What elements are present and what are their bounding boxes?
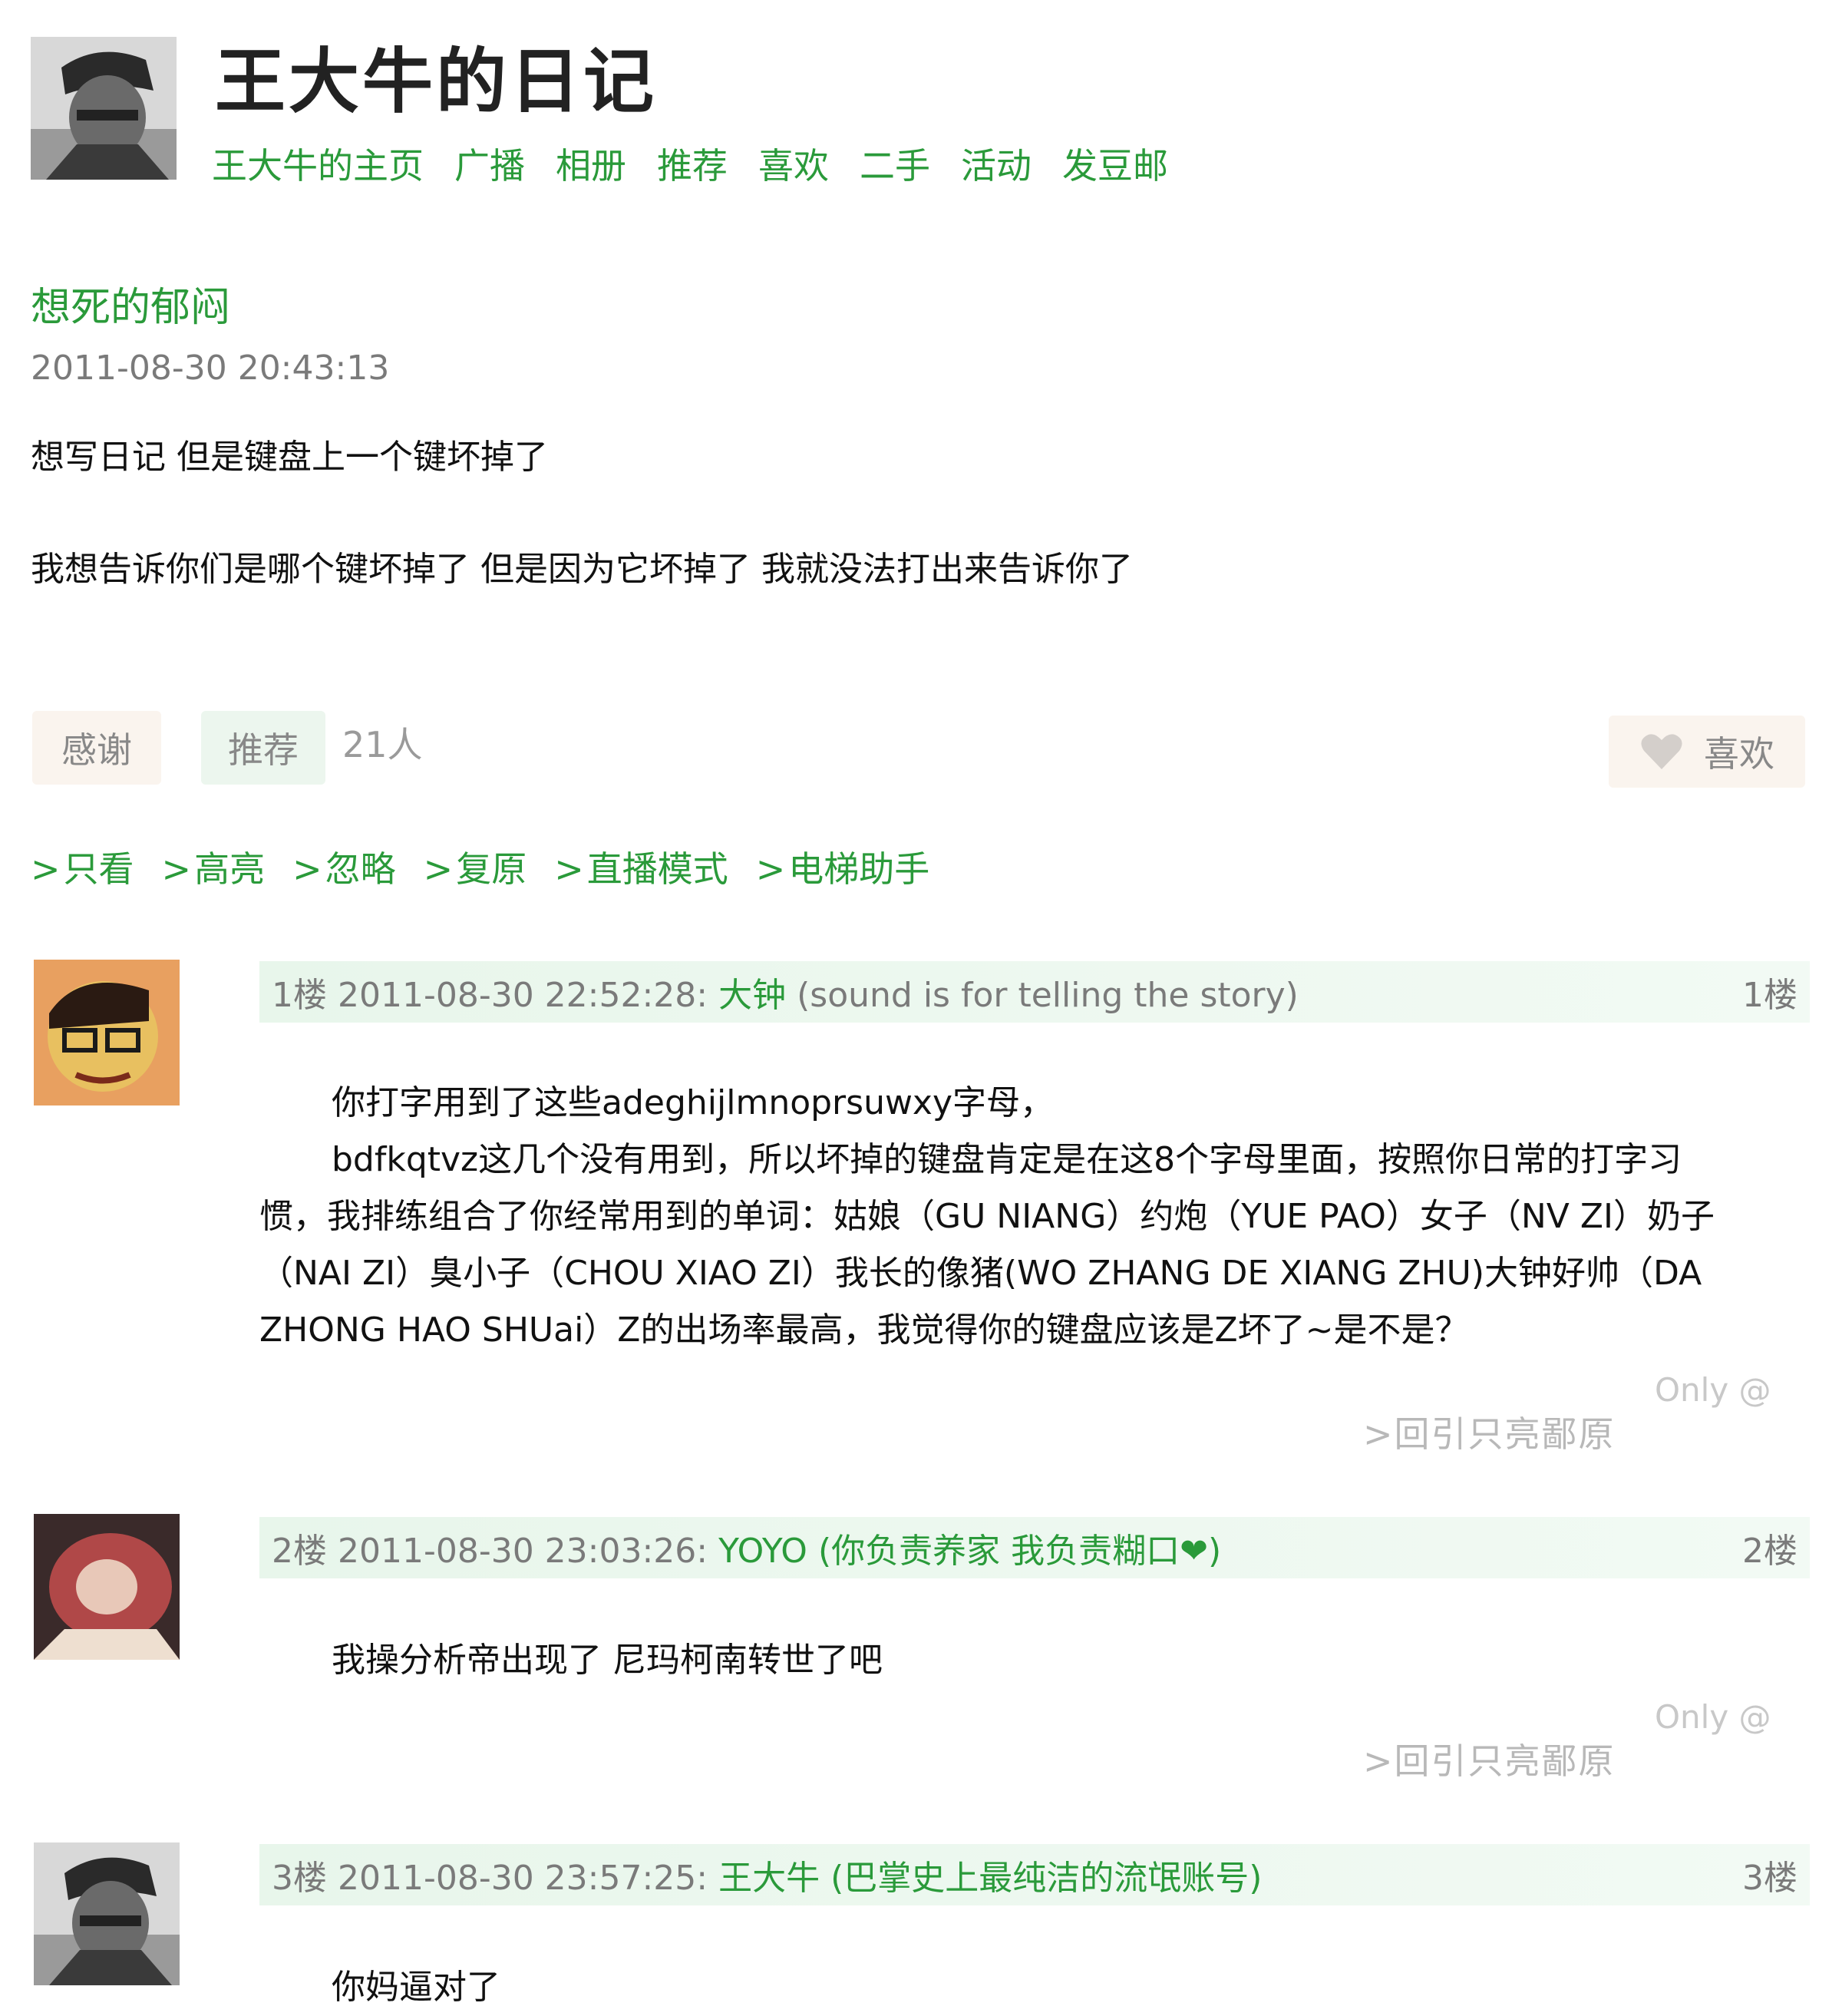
filter-restore-link[interactable]: 复原 bbox=[424, 844, 527, 894]
commenter-avatar[interactable] bbox=[34, 960, 180, 1105]
commenter-signature: (巴掌史上最纯洁的流氓账号) bbox=[830, 1859, 1263, 1898]
filter-elevator-link[interactable]: 电梯助手 bbox=[756, 844, 929, 894]
commenter-avatar[interactable] bbox=[34, 1841, 180, 1987]
post-body-line: 想写日记 但是键盘上一个键坏掉了 bbox=[31, 438, 548, 477]
commenter-name[interactable]: 大钟 bbox=[718, 976, 786, 1015]
floor-number: 2楼 bbox=[1742, 1532, 1797, 1571]
heart-icon bbox=[1641, 734, 1682, 769]
nav-recommend-link[interactable]: 推荐 bbox=[657, 143, 728, 189]
post-title[interactable]: 想死的郁闷 bbox=[31, 281, 230, 335]
comment-body-line: ZHONG HAO SHUai）Z的出场率最高，我觉得你的键盘应该是Z坏了~是不… bbox=[259, 1310, 1469, 1350]
only-at-label: Only @ bbox=[1655, 1371, 1771, 1409]
comment-body-line: （NAI ZI）臭小子（CHOU XIAO ZI）我长的像猪(WO ZHANG … bbox=[259, 1254, 1702, 1293]
filter-highlight-link[interactable]: 高亮 bbox=[162, 844, 265, 894]
commenter-name[interactable]: YOYO bbox=[718, 1532, 807, 1571]
comment-actions[interactable]: >回引只亮鄙原 bbox=[1363, 1733, 1616, 1784]
user-avatar[interactable] bbox=[31, 37, 177, 180]
nav-secondhand-link[interactable]: 二手 bbox=[860, 143, 930, 189]
comment-meta: 3楼 2011-08-30 23:57:25: 王大牛 (巴掌史上最纯洁的流氓账… bbox=[272, 1850, 1262, 1899]
nav-home-link[interactable]: 王大牛的主页 bbox=[212, 143, 424, 189]
recommend-count: 21人 bbox=[342, 724, 423, 765]
comment-body-line: 你打字用到了这些adeghijlmnoprsuwxy字母， bbox=[332, 1083, 1055, 1122]
comment-floor-time: 1楼 2011-08-30 22:52:28: bbox=[272, 976, 708, 1015]
filter-only-link[interactable]: 只看 bbox=[31, 844, 134, 894]
comment-meta: 1楼 2011-08-30 22:52:28: 大钟 (sound is for… bbox=[272, 967, 1299, 1016]
filter-live-mode-link[interactable]: 直播模式 bbox=[554, 844, 728, 894]
like-label: 喜欢 bbox=[1704, 733, 1774, 775]
nav-events-link[interactable]: 活动 bbox=[961, 143, 1032, 189]
commenter-avatar[interactable] bbox=[34, 1514, 180, 1660]
nav-likes-link[interactable]: 喜欢 bbox=[758, 143, 829, 189]
recommend-button[interactable]: 推荐 bbox=[201, 711, 325, 785]
commenter-signature: (你负责养家 我负责糊口❤) bbox=[817, 1532, 1222, 1571]
nav-message-link[interactable]: 发豆邮 bbox=[1062, 143, 1168, 189]
post-body-line: 我想告诉你们是哪个键坏掉了 但是因为它坏掉了 我就没法打出来告诉你了 bbox=[31, 550, 1133, 589]
comment-meta: 2楼 2011-08-30 23:03:26: YOYO (你负责养家 我负责糊… bbox=[272, 1523, 1221, 1572]
floor-number: 1楼 bbox=[1742, 976, 1797, 1015]
commenter-name[interactable]: 王大牛 bbox=[718, 1859, 820, 1898]
comment-filter-bar: 只看 高亮 忽略 复原 直播模式 电梯助手 bbox=[31, 844, 930, 894]
nav-album-link[interactable]: 相册 bbox=[556, 143, 626, 189]
comment-body-line: bdfkqtvz这几个没有用到，所以坏掉的键盘肯定是在这8个字母里面，按照你日常… bbox=[332, 1140, 1682, 1179]
only-at-label: Only @ bbox=[1655, 1698, 1771, 1736]
like-button[interactable]: 喜欢 bbox=[1609, 716, 1805, 788]
floor-number: 3楼 bbox=[1742, 1859, 1797, 1898]
thanks-button[interactable]: 感谢 bbox=[32, 711, 161, 785]
comment-body-line: 我操分析帝出现了 尼玛柯南转世了吧 bbox=[332, 1641, 883, 1680]
comment-actions[interactable]: >回引只亮鄙原 bbox=[1363, 1406, 1616, 1457]
comment-body-line: 惯，我排练组合了你经常用到的单词：姑娘（GU NIANG）约炮（YUE PAO）… bbox=[259, 1197, 1715, 1236]
top-nav: 王大牛的主页 广播 相册 推荐 喜欢 二手 活动 发豆邮 bbox=[212, 143, 1168, 189]
nav-broadcast-link[interactable]: 广播 bbox=[454, 143, 525, 189]
comment-floor-time: 3楼 2011-08-30 23:57:25: bbox=[272, 1859, 708, 1898]
post-date: 2011-08-30 20:43:13 bbox=[31, 349, 390, 388]
filter-ignore-link[interactable]: 忽略 bbox=[292, 844, 396, 894]
comment-header: 2楼 2011-08-30 23:03:26: YOYO (你负责养家 我负责糊… bbox=[259, 1517, 1810, 1578]
page-title: 王大牛的日记 bbox=[215, 41, 658, 123]
comment-floor-time: 2楼 2011-08-30 23:03:26: bbox=[272, 1532, 708, 1571]
comment-header: 3楼 2011-08-30 23:57:25: 王大牛 (巴掌史上最纯洁的流氓账… bbox=[259, 1844, 1810, 1905]
comment-header: 1楼 2011-08-30 22:52:28: 大钟 (sound is for… bbox=[259, 961, 1810, 1023]
commenter-signature: (sound is for telling the story) bbox=[797, 976, 1299, 1015]
comment-body-line: 你妈逼对了 bbox=[332, 1968, 500, 2007]
